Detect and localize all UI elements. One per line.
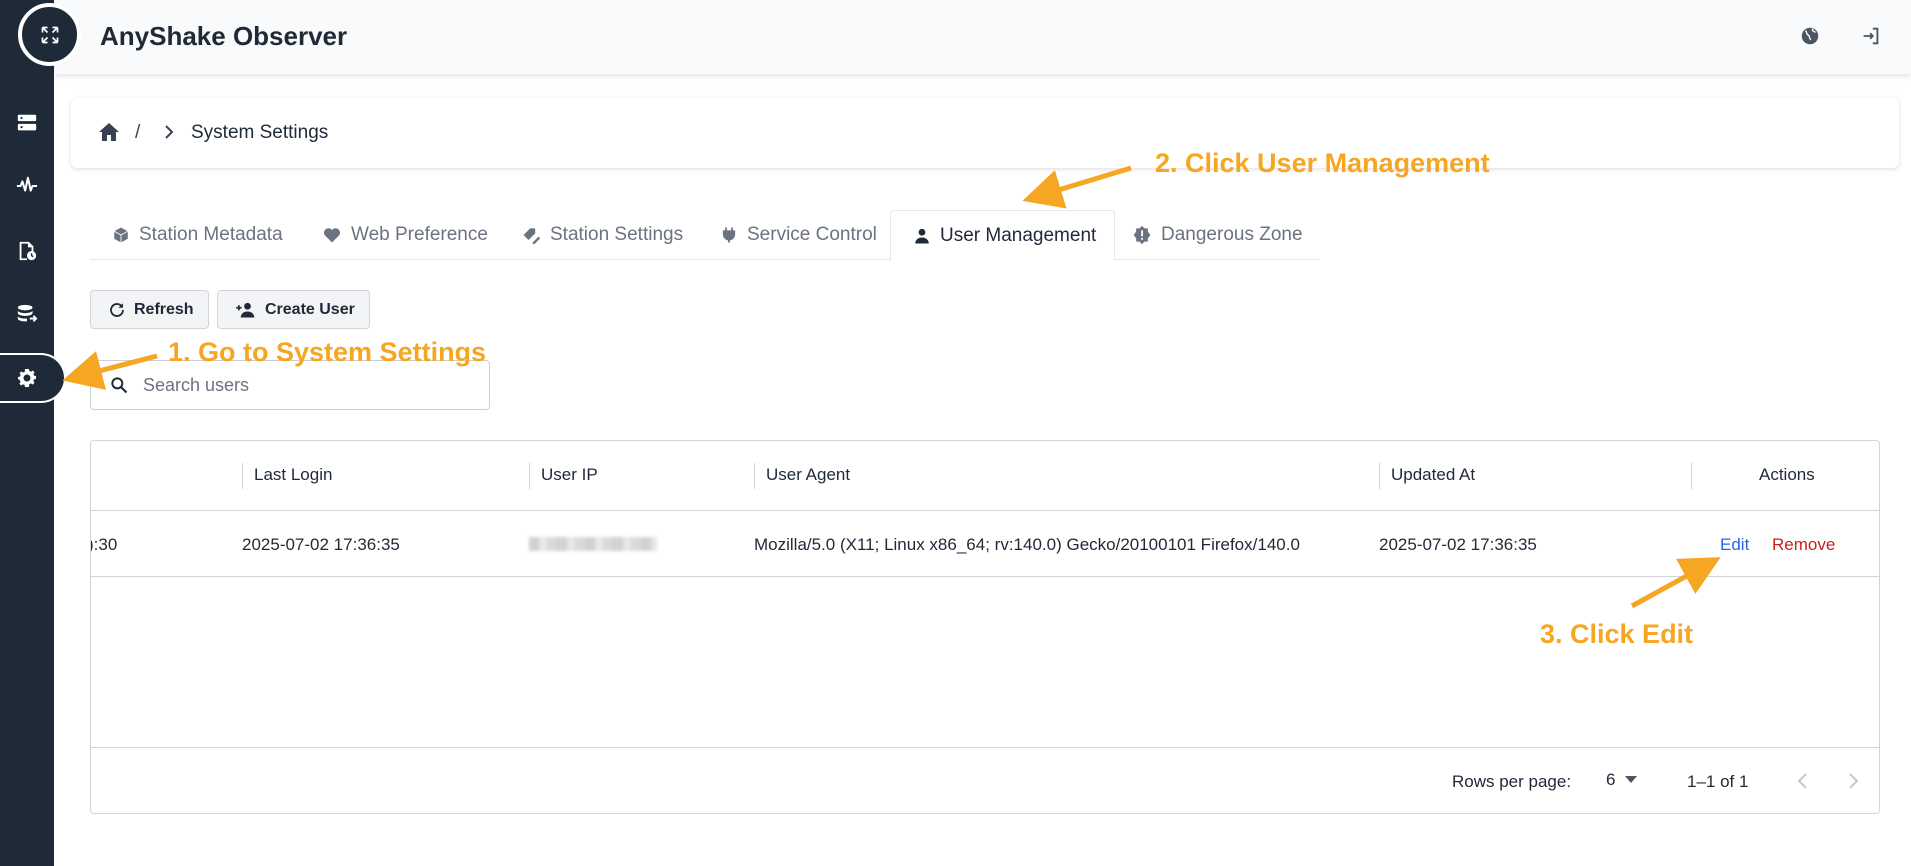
refresh-button[interactable]: Refresh (90, 290, 209, 329)
chevron-right-icon (159, 120, 179, 149)
app-title: AnyShake Observer (100, 21, 348, 51)
cell-last-login: 2025-07-02 17:36:35 (242, 535, 400, 554)
chevron-right-icon (1849, 773, 1859, 789)
globe-icon (1801, 27, 1819, 45)
table-footer: Rows per page: 6 1–1 of 1 (91, 747, 1879, 813)
next-page-button[interactable] (1843, 770, 1863, 797)
waveform-icon (16, 176, 38, 192)
settings-tabs: Station Metadata Web Preference Station … (90, 210, 1320, 261)
settings-edit-icon (523, 228, 541, 245)
chevron-left-icon (1797, 773, 1807, 789)
cell-user-agent: Mozilla/5.0 (X11; Linux x86_64; rv:140.0… (754, 535, 1300, 554)
create-user-button[interactable]: Create User (217, 290, 370, 329)
column-separator (754, 463, 755, 489)
cube-icon (114, 227, 128, 243)
sidebar-item-history[interactable] (0, 231, 54, 271)
tab-station-metadata[interactable]: Station Metadata (112, 210, 283, 260)
add-user-icon (236, 302, 255, 317)
tab-label: Web Preference (351, 224, 488, 245)
caret-down-icon (1625, 776, 1638, 783)
file-history-icon (19, 241, 37, 261)
header-user-ip[interactable]: User IP (541, 465, 598, 485)
sidebar-item-dashboard[interactable] (0, 103, 54, 143)
column-separator (529, 463, 530, 489)
tab-station-settings[interactable]: Station Settings (521, 210, 683, 260)
alert-icon (1133, 225, 1151, 245)
annotation-step-2: 2. Click User Management (1155, 148, 1490, 178)
table-header: Last Login User IP User Agent Updated At… (91, 441, 1879, 511)
breadcrumb-current: System Settings (191, 122, 329, 143)
tab-user-management[interactable]: User Management (890, 210, 1116, 261)
home-link[interactable] (97, 120, 121, 149)
tab-label: Station Settings (550, 224, 684, 245)
remove-user-button[interactable]: Remove (1772, 535, 1835, 555)
rows-per-page-select[interactable]: 6 (1606, 770, 1638, 790)
heart-icon (323, 228, 341, 243)
annotation-step-3: 3. Click Edit (1540, 619, 1694, 649)
header-user-agent[interactable]: User Agent (766, 465, 850, 485)
column-separator (1379, 463, 1380, 489)
create-user-label: Create User (265, 300, 355, 318)
search-input[interactable] (143, 374, 463, 396)
header-last-login[interactable]: Last Login (254, 465, 332, 485)
refresh-label: Refresh (134, 300, 194, 318)
tab-web-preference[interactable]: Web Preference (322, 210, 488, 260)
column-separator (242, 463, 243, 489)
sidebar-item-waveform[interactable] (0, 166, 54, 206)
arrow-step-2 (1022, 165, 1132, 209)
rows-per-page-value: 6 (1606, 770, 1616, 789)
expand-icon (41, 26, 58, 43)
cell-clipped: ):30 (90, 535, 118, 554)
tab-label: Dangerous Zone (1161, 224, 1303, 245)
tab-dangerous-zone[interactable]: Dangerous Zone (1132, 210, 1303, 260)
language-button[interactable] (1796, 22, 1824, 50)
tab-label: User Management (940, 224, 1097, 246)
home-icon (99, 123, 119, 141)
server-icon (17, 114, 37, 131)
column-separator (1691, 463, 1692, 489)
refresh-icon (110, 302, 124, 317)
cell-updated-at: 2025-07-02 17:36:35 (1379, 535, 1537, 554)
prev-page-button[interactable] (1793, 770, 1813, 797)
pagination-range: 1–1 of 1 (1687, 772, 1749, 791)
breadcrumb-separator: / (135, 122, 141, 143)
sidebar-item-export[interactable] (0, 294, 54, 334)
logout-button[interactable] (1857, 22, 1885, 50)
sidebar (0, 0, 64, 866)
plug-icon (722, 227, 736, 243)
sidebar-toggle-button[interactable] (18, 3, 81, 66)
header-actions: Actions (1759, 465, 1815, 484)
tab-label: Station Metadata (139, 224, 283, 245)
search-icon (111, 377, 128, 394)
header-updated-at[interactable]: Updated At (1391, 465, 1475, 485)
gear-icon (18, 369, 37, 387)
rows-per-page-label: Rows per page: (1452, 772, 1572, 791)
breadcrumb: / System Settings (71, 98, 1899, 168)
tab-service-control[interactable]: Service Control (720, 210, 877, 260)
edit-user-button[interactable]: Edit (1720, 535, 1749, 555)
sidebar-item-settings-icon-wrap[interactable] (0, 358, 54, 398)
cell-user-ip-redacted (529, 537, 657, 551)
annotation-step-1: 1. Go to System Settings (168, 337, 487, 367)
database-export-icon (17, 304, 38, 322)
tab-label: Service Control (747, 224, 877, 245)
table-row: ):30 2025-07-02 17:36:35 Mozilla/5.0 (X1… (91, 511, 1879, 577)
logout-icon (1863, 27, 1879, 45)
topbar: AnyShake Observer (54, 0, 1911, 74)
user-icon (915, 228, 929, 243)
